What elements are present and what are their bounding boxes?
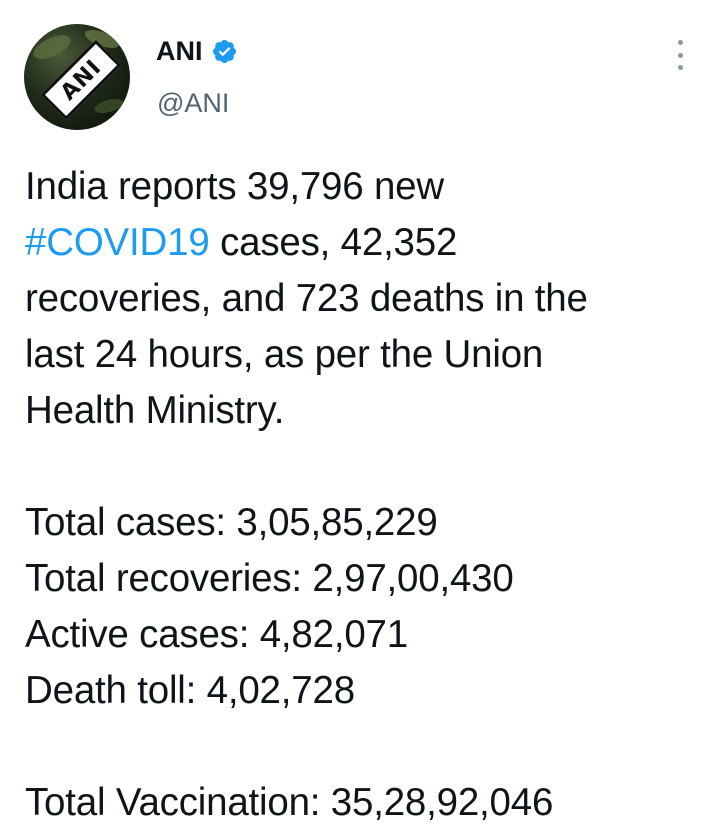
stat-total-recoveries: Total recoveries: 2,97,00,430 bbox=[25, 557, 514, 600]
tweet-line: recoveries, and 723 deaths in the bbox=[25, 277, 588, 320]
avatar-foliage bbox=[92, 96, 126, 116]
avatar-foliage bbox=[30, 30, 74, 64]
tweet-line-text: cases, 42,352 bbox=[209, 221, 458, 264]
stat-total-vaccination: Total Vaccination: 35,28,92,046 bbox=[25, 781, 554, 824]
tweet-line: India reports 39,796 new bbox=[25, 165, 444, 208]
user-handle[interactable]: @ANI bbox=[157, 88, 229, 119]
verified-badge-icon bbox=[212, 39, 236, 64]
more-dot bbox=[677, 65, 683, 70]
tweet-text: India reports 39,796 new #COVID19 cases,… bbox=[25, 159, 705, 831]
more-dot bbox=[677, 52, 683, 58]
ani-logo-text: ANI bbox=[55, 54, 107, 106]
stat-total-cases: Total cases: 3,05,85,229 bbox=[25, 501, 438, 544]
stat-active-cases: Active cases: 4,82,071 bbox=[25, 613, 408, 656]
display-name[interactable]: ANI bbox=[156, 36, 203, 67]
author-name-row: ANI bbox=[156, 36, 238, 67]
more-dot bbox=[677, 40, 683, 45]
hashtag-link[interactable]: #COVID19 bbox=[25, 221, 210, 264]
tweet-line: #COVID19 cases, 42,352 bbox=[25, 215, 705, 271]
tweet-line: Health Ministry. bbox=[25, 389, 285, 432]
stat-death-toll: Death toll: 4,02,728 bbox=[25, 669, 355, 712]
avatar[interactable]: ANI bbox=[24, 24, 130, 130]
more-options-icon[interactable] bbox=[669, 40, 691, 70]
tweet-card: ANI ANI @ANI India reports 39,796 new #C… bbox=[0, 0, 720, 839]
tweet-line: last 24 hours, as per the Union bbox=[25, 333, 544, 376]
